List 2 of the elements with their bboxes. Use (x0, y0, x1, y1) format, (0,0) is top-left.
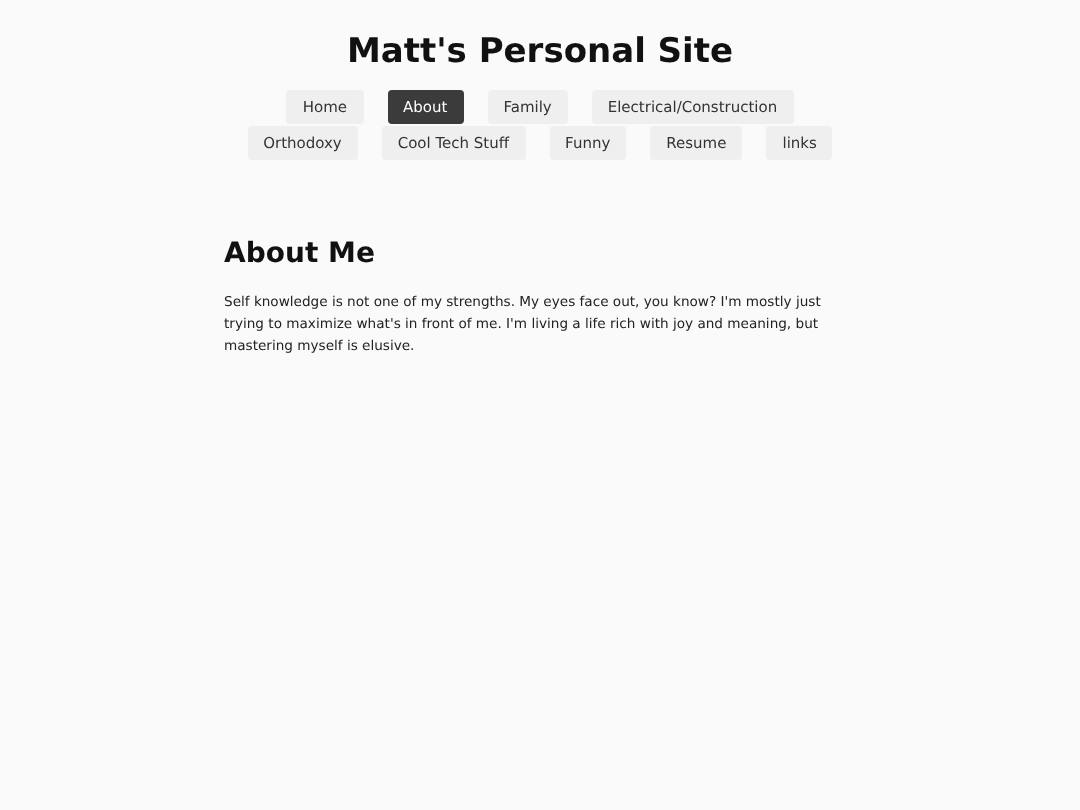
site-title: Matt's Personal Site (344, 30, 736, 74)
section-heading: About Me (224, 236, 377, 272)
